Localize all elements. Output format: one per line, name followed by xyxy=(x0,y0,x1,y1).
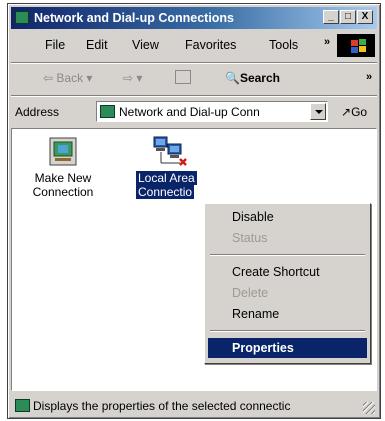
toolbar-divider xyxy=(11,62,377,64)
address-value: Network and Dial-up Conn xyxy=(119,105,260,119)
search-button-label: Search xyxy=(239,71,280,85)
maximize-button[interactable]: □ xyxy=(340,10,356,24)
menu-item-properties[interactable]: Properties xyxy=(208,338,367,358)
resize-grip[interactable] xyxy=(363,402,375,414)
menu-tools[interactable]: Tools xyxy=(269,38,298,52)
address-bar: Address Network and Dial-up Conn ↗Go xyxy=(11,99,377,125)
search-button[interactable]: 🔍Search xyxy=(225,71,280,85)
back-button-label: Back xyxy=(56,71,84,85)
address-field[interactable]: Network and Dial-up Conn xyxy=(96,101,328,122)
menu-file[interactable]: File xyxy=(45,38,65,52)
menu-edit[interactable]: Edit xyxy=(86,38,108,52)
go-button[interactable]: ↗Go xyxy=(341,105,367,119)
title-bar[interactable]: Network and Dial-up Connections _ □ X xyxy=(11,7,377,29)
menu-item-delete: Delete xyxy=(232,286,269,300)
standard-toolbar: ⇦ Back ▾ ⇨ ▾ 🔍Search » xyxy=(11,66,377,92)
menu-view[interactable]: View xyxy=(132,38,159,52)
menu-bar: File Edit View Favorites Tools » xyxy=(11,33,377,59)
menu-separator xyxy=(210,254,365,256)
status-bar: Displays the properties of the selected … xyxy=(11,396,377,416)
minimize-button[interactable]: _ xyxy=(323,10,339,24)
back-arrow-icon: ⇦ xyxy=(43,71,57,85)
item-label: Connectio xyxy=(136,185,195,199)
network-folder-icon xyxy=(100,105,115,118)
close-button[interactable]: X xyxy=(357,10,373,24)
item-label: Connection xyxy=(32,185,94,199)
toolbar-overflow-chevron[interactable]: » xyxy=(366,71,372,83)
context-menu: Disable Status Create Shortcut Delete Re… xyxy=(204,203,371,364)
item-label: Local Area xyxy=(136,171,197,185)
menu-overflow-chevron[interactable]: » xyxy=(324,36,330,48)
make-new-connection-icon xyxy=(49,137,77,166)
go-label: Go xyxy=(351,105,368,119)
window-title: Network and Dial-up Connections xyxy=(34,11,235,25)
network-folder-icon xyxy=(15,11,29,24)
go-arrow-icon: ↗ xyxy=(341,105,352,119)
search-icon: 🔍 xyxy=(225,71,240,85)
forward-arrow-icon: ⇨ ▾ xyxy=(123,71,143,85)
back-button[interactable]: ⇦ Back ▾ xyxy=(43,71,92,85)
local-area-connection-icon xyxy=(153,136,187,166)
explorer-window: Network and Dial-up Connections _ □ X Fi… xyxy=(7,3,381,419)
windows-logo-icon xyxy=(337,34,375,57)
menu-item-status: Status xyxy=(232,231,268,245)
menu-item-rename[interactable]: Rename xyxy=(208,304,367,324)
menu-item-disable[interactable]: Disable xyxy=(208,207,367,227)
item-label: Make New xyxy=(34,171,92,185)
menu-item-create-shortcut[interactable]: Create Shortcut xyxy=(208,262,367,282)
address-label: Address xyxy=(15,105,60,119)
status-text: Displays the properties of the selected … xyxy=(33,399,291,413)
address-dropdown-button[interactable] xyxy=(310,103,326,120)
forward-button[interactable]: ⇨ ▾ xyxy=(123,71,142,85)
menu-favorites[interactable]: Favorites xyxy=(185,38,236,52)
up-folder-button[interactable] xyxy=(175,70,191,84)
addressbar-divider xyxy=(11,95,377,97)
menu-separator xyxy=(210,330,365,332)
network-folder-icon xyxy=(15,399,30,412)
